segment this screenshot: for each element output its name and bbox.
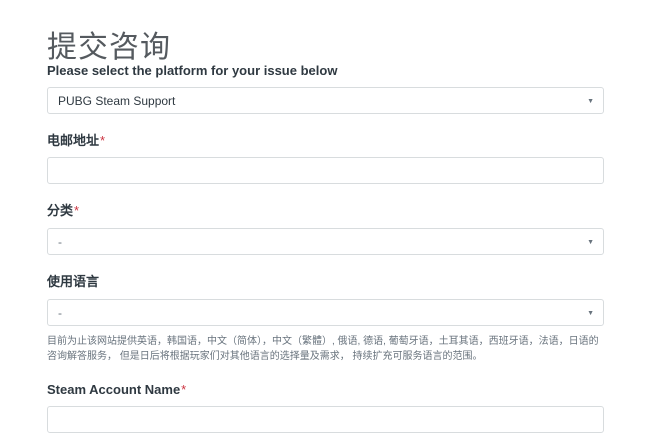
category-select[interactable]: - ▼: [47, 228, 604, 255]
platform-label-text: Please select the platform for your issu…: [47, 63, 338, 78]
chevron-down-icon: ▼: [587, 98, 594, 105]
email-label-text: 电邮地址: [47, 133, 100, 148]
steam-account-label-text: Steam Account Name: [47, 382, 181, 397]
category-select-value: -: [58, 235, 62, 249]
chevron-down-icon: ▼: [587, 310, 594, 317]
submit-request-form: 提交咨询 Please select the platform for your…: [0, 0, 650, 444]
category-label-text: 分类: [47, 203, 74, 218]
required-mark: *: [100, 133, 106, 148]
required-mark: *: [74, 203, 80, 218]
required-mark: *: [181, 382, 187, 397]
category-label: 分类*: [47, 202, 79, 220]
language-select-value: -: [58, 306, 62, 320]
steam-account-field[interactable]: [47, 406, 604, 433]
language-select[interactable]: - ▼: [47, 299, 604, 326]
email-field[interactable]: [47, 157, 604, 184]
steam-account-label: Steam Account Name*: [47, 381, 186, 399]
chevron-down-icon: ▼: [587, 239, 594, 246]
platform-select[interactable]: PUBG Steam Support ▼: [47, 87, 604, 114]
language-label: 使用语言: [47, 273, 99, 291]
platform-select-value: PUBG Steam Support: [58, 94, 176, 108]
language-hint: 目前为止该网站提供英语，韩国语，中文（简体），中文（繁體）, 俄语, 德语, 葡…: [47, 336, 599, 362]
language-label-text: 使用语言: [47, 274, 100, 289]
platform-label: Please select the platform for your issu…: [47, 62, 337, 80]
email-label: 电邮地址*: [47, 132, 105, 150]
